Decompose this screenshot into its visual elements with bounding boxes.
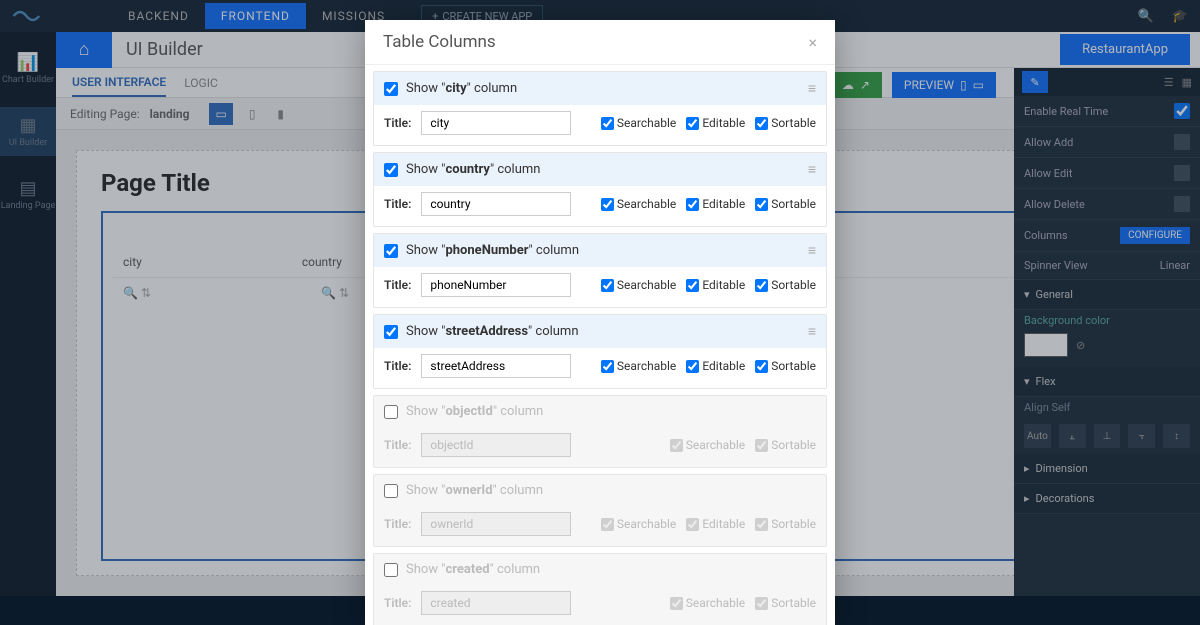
sortable-label: Sortable <box>771 359 816 373</box>
editable-checkbox[interactable] <box>686 279 699 292</box>
sortable-checkbox[interactable] <box>755 198 768 211</box>
searchable-label: Searchable <box>686 596 745 610</box>
show-column-checkbox[interactable] <box>384 325 398 339</box>
searchable-label: Searchable <box>617 517 676 531</box>
editable-label: Editable <box>702 116 745 130</box>
sortable-label: Sortable <box>771 438 816 452</box>
show-column-checkbox[interactable] <box>384 563 398 577</box>
title-input <box>421 591 571 615</box>
sortable-label: Sortable <box>771 197 816 211</box>
sortable-label: Sortable <box>771 596 816 610</box>
modal-title: Table Columns <box>383 32 496 52</box>
title-input <box>421 512 571 536</box>
show-column-checkbox[interactable] <box>384 244 398 258</box>
title-label: Title: <box>384 517 411 531</box>
searchable-label: Searchable <box>617 116 676 130</box>
searchable-checkbox[interactable] <box>601 198 614 211</box>
title-input <box>421 433 571 457</box>
show-column-checkbox[interactable] <box>384 163 398 177</box>
modal-body: Show "city" column ≡ Title: Searchable Edita… <box>365 65 835 625</box>
editable-checkbox[interactable] <box>686 198 699 211</box>
modal-header: Table Columns × <box>365 20 835 65</box>
show-column-label: Show "streetAddress" column <box>406 324 579 339</box>
drag-handle-icon[interactable]: ≡ <box>808 161 816 178</box>
editable-label: Editable <box>702 517 745 531</box>
show-column-checkbox[interactable] <box>384 484 398 498</box>
searchable-checkbox[interactable] <box>601 117 614 130</box>
title-label: Title: <box>384 596 411 610</box>
sortable-checkbox <box>755 518 768 531</box>
sortable-label: Sortable <box>771 116 816 130</box>
searchable-label: Searchable <box>617 359 676 373</box>
title-input[interactable] <box>421 111 571 135</box>
editable-label: Editable <box>702 359 745 373</box>
sortable-checkbox <box>755 597 768 610</box>
show-column-label: Show "phoneNumber" column <box>406 243 579 258</box>
editable-checkbox <box>686 518 699 531</box>
show-column-label: Show "objectId" column <box>406 404 543 419</box>
show-column-label: Show "created" column <box>406 562 540 577</box>
searchable-checkbox <box>670 439 683 452</box>
show-column-label: Show "ownerId" column <box>406 483 543 498</box>
sortable-label: Sortable <box>771 517 816 531</box>
table-columns-modal: Table Columns × Show "city" column ≡ Title… <box>365 20 835 625</box>
title-input[interactable] <box>421 192 571 216</box>
column-config-city: Show "city" column ≡ Title: Searchable Edita… <box>373 71 827 146</box>
searchable-checkbox <box>670 597 683 610</box>
title-input[interactable] <box>421 354 571 378</box>
searchable-label: Searchable <box>617 278 676 292</box>
searchable-label: Searchable <box>686 438 745 452</box>
show-column-label: Show "country" column <box>406 162 540 177</box>
title-label: Title: <box>384 116 411 130</box>
sortable-checkbox[interactable] <box>755 279 768 292</box>
editable-label: Editable <box>702 278 745 292</box>
editable-label: Editable <box>702 197 745 211</box>
sortable-checkbox[interactable] <box>755 360 768 373</box>
title-input[interactable] <box>421 273 571 297</box>
column-config-phoneNumber: Show "phoneNumber" column ≡ Title: Searchab… <box>373 233 827 308</box>
title-label: Title: <box>384 438 411 452</box>
editable-checkbox[interactable] <box>686 360 699 373</box>
title-label: Title: <box>384 197 411 211</box>
editable-checkbox[interactable] <box>686 117 699 130</box>
show-column-checkbox[interactable] <box>384 405 398 419</box>
title-label: Title: <box>384 278 411 292</box>
drag-handle-icon[interactable]: ≡ <box>808 323 816 340</box>
sortable-label: Sortable <box>771 278 816 292</box>
column-config-country: Show "country" column ≡ Title: Searchable Ed… <box>373 152 827 227</box>
drag-handle-icon[interactable]: ≡ <box>808 242 816 259</box>
column-config-created: Show "created" column Title: Searchable Sor… <box>373 553 827 625</box>
show-column-checkbox[interactable] <box>384 82 398 96</box>
sortable-checkbox[interactable] <box>755 117 768 130</box>
searchable-checkbox <box>601 518 614 531</box>
sortable-checkbox <box>755 439 768 452</box>
close-icon[interactable]: × <box>808 33 817 52</box>
column-config-objectId: Show "objectId" column Title: Searchable So… <box>373 395 827 468</box>
show-column-label: Show "city" column <box>406 81 517 96</box>
drag-handle-icon[interactable]: ≡ <box>808 80 816 97</box>
searchable-checkbox[interactable] <box>601 279 614 292</box>
searchable-label: Searchable <box>617 197 676 211</box>
column-config-streetAddress: Show "streetAddress" column ≡ Title: Search… <box>373 314 827 389</box>
column-config-ownerId: Show "ownerId" column Title: Searchable Edi… <box>373 474 827 547</box>
title-label: Title: <box>384 359 411 373</box>
searchable-checkbox[interactable] <box>601 360 614 373</box>
